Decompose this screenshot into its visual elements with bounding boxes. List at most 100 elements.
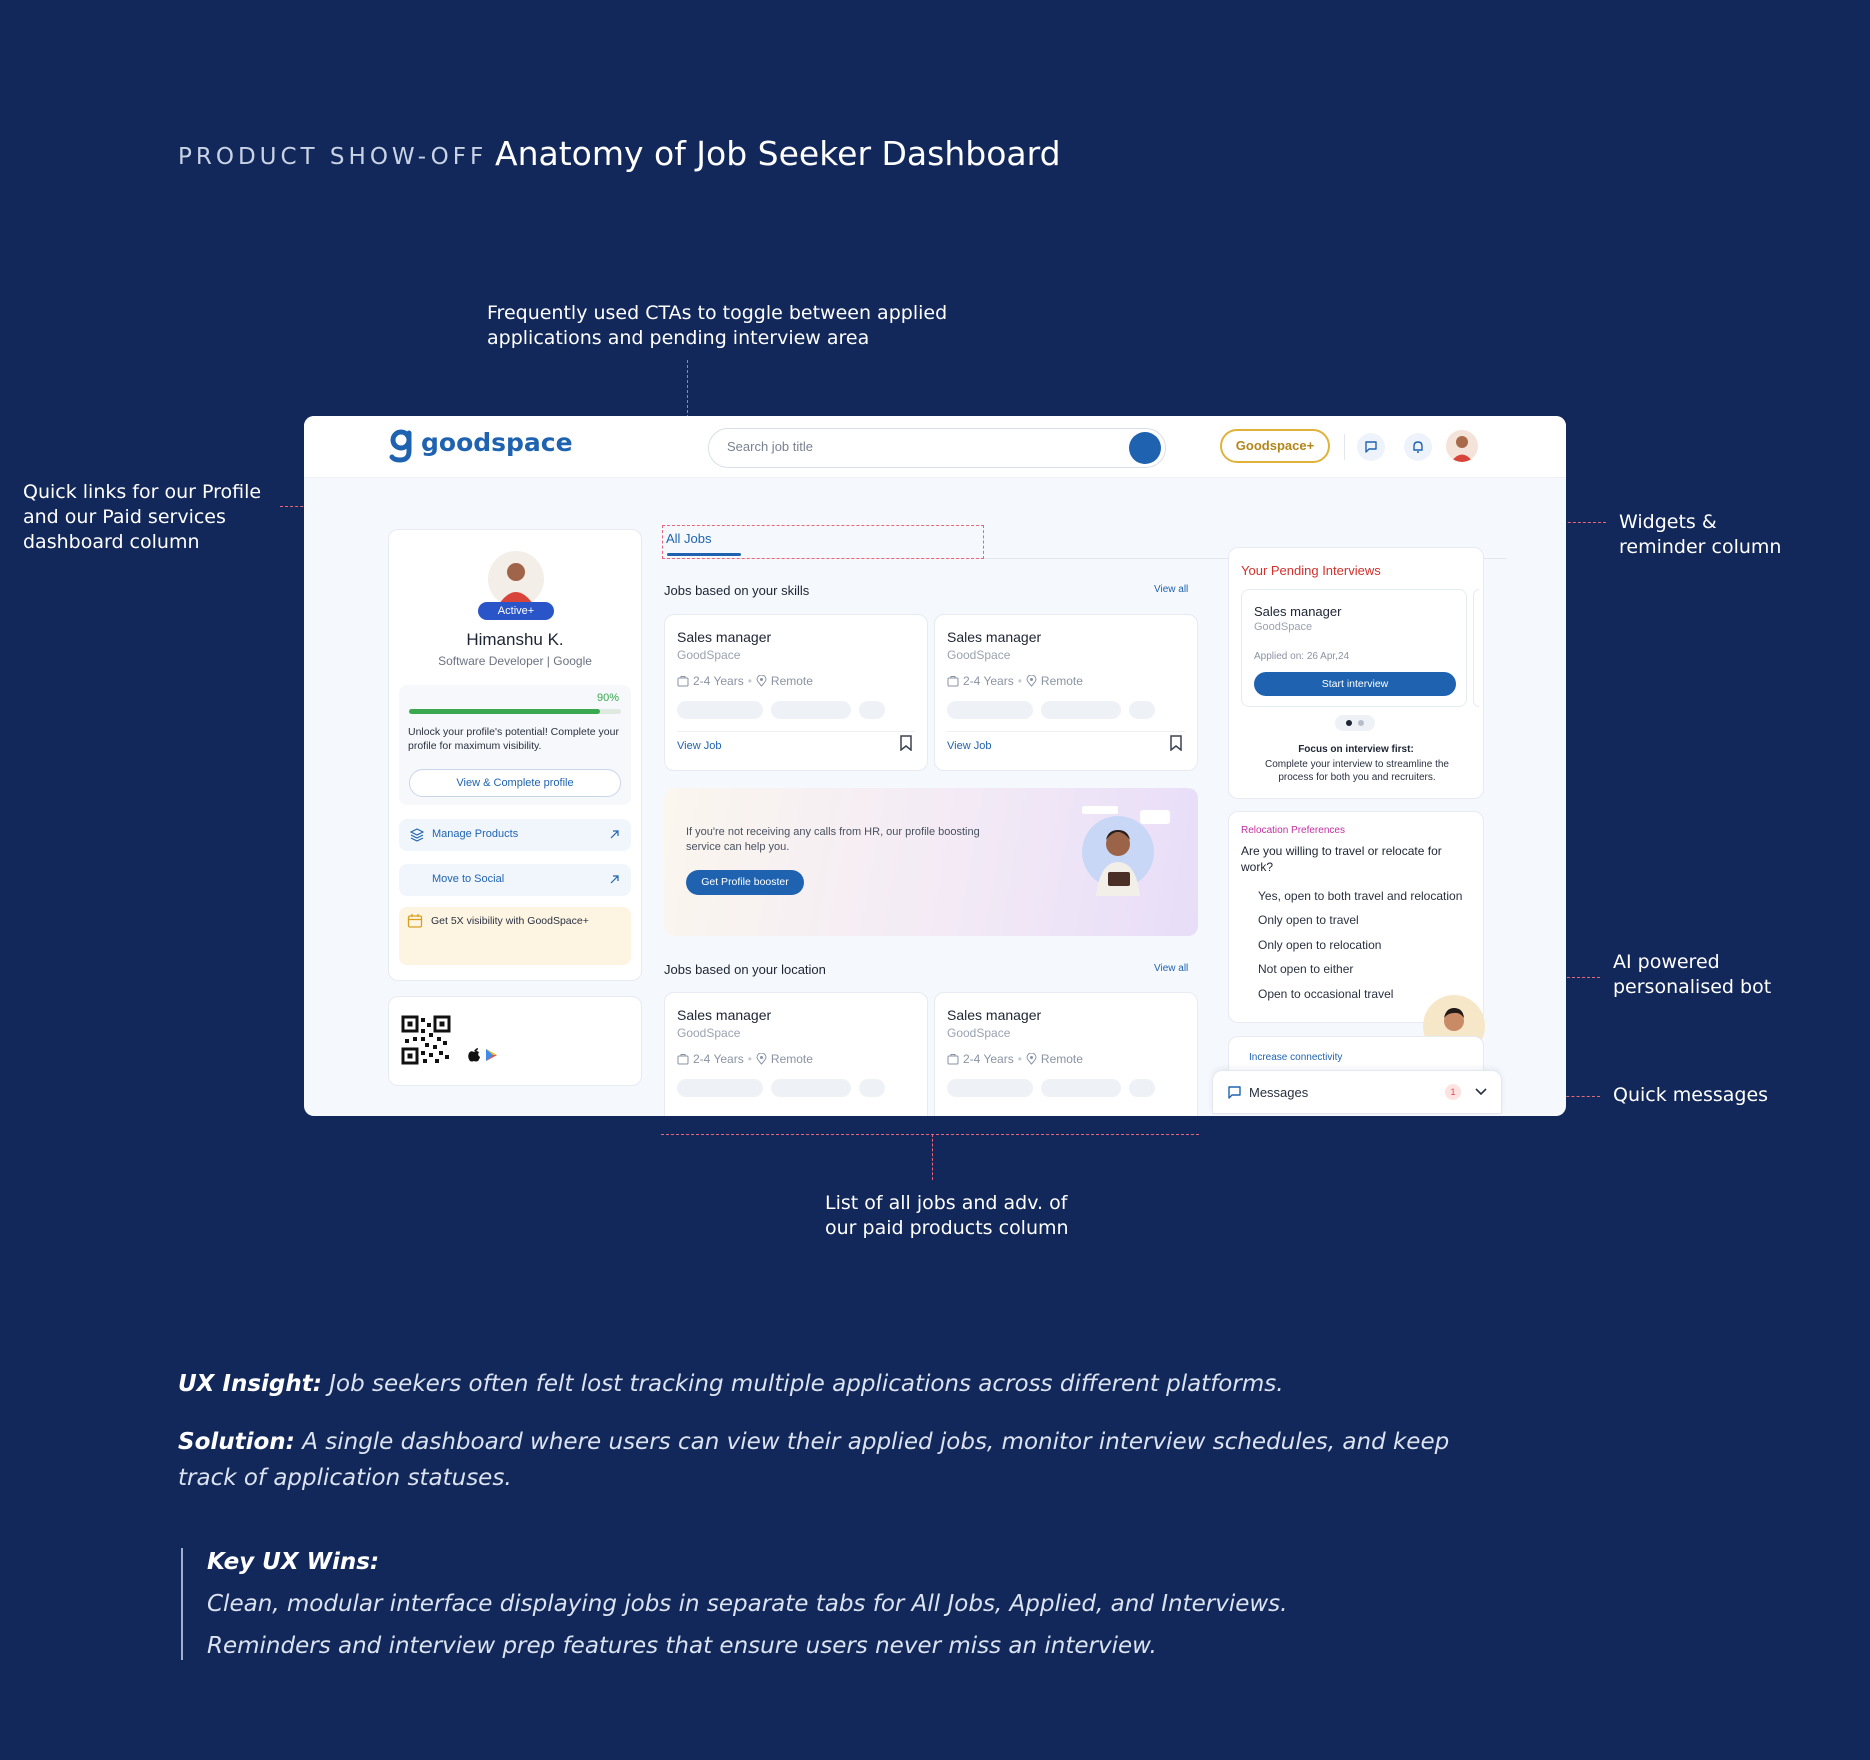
- relocation-option[interactable]: Yes, open to both travel and relocation: [1258, 889, 1462, 903]
- job-card[interactable]: Sales manager GoodSpace 2-4 Years • Remo…: [934, 614, 1198, 771]
- profile-card: Active+ Himanshu K. Software Developer |…: [388, 529, 642, 981]
- relocation-option[interactable]: Only open to travel: [1258, 913, 1359, 927]
- visibility-promo[interactable]: Get 5X visibility with GoodSpace+: [399, 907, 631, 965]
- relocation-question: Are you willing to travel or relocate fo…: [1241, 844, 1442, 874]
- manage-products-label: Manage Products: [432, 828, 519, 840]
- job-card[interactable]: Sales manager GoodSpace 2-4 Years • Remo…: [664, 614, 928, 771]
- bookmark-icon[interactable]: [1169, 735, 1183, 751]
- dashboard-screenshot: goodspace Goodspace+ Active+ Himanshu K.…: [304, 416, 1566, 1116]
- job-experience: 2-4 Years: [693, 1052, 744, 1066]
- view-job-link[interactable]: View Job: [947, 740, 991, 752]
- profile-booster-button[interactable]: Get Profile booster: [686, 870, 804, 895]
- view-job-link[interactable]: View Job: [677, 740, 721, 752]
- location-view-all-link[interactable]: View all: [1154, 963, 1188, 974]
- pending-interview-item: Sales manager GoodSpace Applied on: 26 A…: [1241, 589, 1467, 707]
- annotation-line: applications and pending interview area: [487, 327, 870, 349]
- manage-products-link[interactable]: Manage Products: [399, 819, 631, 851]
- search-input[interactable]: [727, 439, 1087, 454]
- annotation-line: List of all jobs and adv. of: [825, 1192, 1068, 1214]
- annotation-line: personalised bot: [1613, 976, 1772, 998]
- user-avatar[interactable]: [1446, 430, 1478, 462]
- qr-code-icon: [401, 1015, 451, 1065]
- skeleton-tag: [1129, 1079, 1155, 1097]
- goodspace-plus-button[interactable]: Goodspace+: [1220, 429, 1330, 463]
- increase-connectivity-link[interactable]: Increase connectivity: [1249, 1052, 1342, 1063]
- carousel-dot-active[interactable]: [1346, 720, 1352, 726]
- booster-illustration: [1082, 806, 1170, 896]
- job-title: Sales manager: [947, 1007, 1042, 1023]
- skills-view-all-link[interactable]: View all: [1154, 584, 1188, 595]
- key-win-item: Clean, modular interface displaying jobs…: [207, 1591, 1288, 1617]
- meta-dot: •: [1017, 674, 1022, 688]
- briefcase-icon: [677, 1054, 689, 1065]
- solution-label: Solution:: [178, 1429, 295, 1455]
- bookmark-icon[interactable]: [899, 735, 913, 751]
- job-location: Remote: [770, 674, 813, 688]
- job-title: Sales manager: [677, 1007, 772, 1023]
- app-download-card: [388, 996, 642, 1086]
- pending-interviews-card: Your Pending Interviews Sales manager Go…: [1228, 547, 1484, 799]
- connector-line: [661, 1134, 1199, 1135]
- messages-bar[interactable]: Messages 1: [1212, 1070, 1502, 1114]
- relocation-option[interactable]: Open to occasional travel: [1258, 987, 1393, 1001]
- connector-line: [932, 1134, 933, 1180]
- move-to-social-link[interactable]: Move to Social: [399, 864, 631, 896]
- annotation-line: dashboard column: [23, 531, 200, 553]
- job-experience: 2-4 Years: [693, 674, 744, 688]
- carousel-dot[interactable]: [1358, 720, 1364, 726]
- job-meta: 2-4 Years • Remote: [677, 1052, 813, 1066]
- location-pin-icon: [1026, 675, 1037, 687]
- solution: Solution: A single dashboard where users…: [178, 1424, 1478, 1496]
- visibility-promo-text: Get 5X visibility with GoodSpace+: [431, 915, 589, 927]
- relocation-option[interactable]: Not open to either: [1258, 962, 1353, 976]
- complete-profile-button[interactable]: View & Complete profile: [409, 769, 621, 797]
- annotation-quick-messages: Quick messages: [1613, 1084, 1769, 1106]
- goodspace-logo-icon: [389, 429, 412, 463]
- briefcase-icon: [947, 676, 959, 687]
- calendar-icon: [407, 914, 423, 928]
- tabs-highlight-box: [662, 525, 984, 559]
- top-navbar: goodspace Goodspace+: [304, 416, 1566, 478]
- job-company: GoodSpace: [947, 1026, 1011, 1040]
- relocation-option[interactable]: Only open to relocation: [1258, 938, 1381, 952]
- location-pin-icon: [756, 1053, 767, 1065]
- location-pin-icon: [1026, 1053, 1037, 1065]
- google-play-icon[interactable]: [485, 1048, 498, 1062]
- chat-icon[interactable]: [1357, 433, 1385, 461]
- progress-label: 90%: [596, 692, 619, 704]
- job-experience: 2-4 Years: [963, 1052, 1014, 1066]
- start-interview-button[interactable]: Start interview: [1254, 672, 1456, 696]
- chevron-down-icon[interactable]: [1475, 1087, 1487, 1097]
- job-card[interactable]: Sales manager GoodSpace 2-4 Years • Remo…: [934, 992, 1198, 1116]
- skills-section-title: Jobs based on your skills: [664, 583, 810, 598]
- job-card[interactable]: Sales manager GoodSpace 2-4 Years • Remo…: [664, 992, 928, 1116]
- external-link-icon: [610, 875, 619, 884]
- annotation-line: Quick links for our Profile: [23, 481, 262, 503]
- job-location: Remote: [1040, 1052, 1083, 1066]
- job-company: GoodSpace: [677, 1026, 741, 1040]
- focus-title: Focus on interview first:: [1298, 744, 1414, 755]
- annotation-line: Widgets &: [1619, 511, 1717, 533]
- pending-company: GoodSpace: [1254, 621, 1313, 633]
- card-divider: [677, 731, 915, 732]
- booster-text: If you're not receiving any calls from H…: [686, 826, 980, 853]
- bell-icon[interactable]: [1404, 433, 1432, 461]
- ux-insight-label: UX Insight:: [178, 1371, 322, 1397]
- skeleton-tag: [1129, 701, 1155, 719]
- skeleton-tag: [677, 701, 763, 719]
- search-bar: [708, 428, 1166, 468]
- ux-insight-text: Job seekers often felt lost tracking mul…: [321, 1371, 1284, 1397]
- card-divider: [947, 731, 1185, 732]
- carousel-dots[interactable]: [1335, 715, 1375, 731]
- unlock-text: Unlock your profile's potential! Complet…: [408, 726, 619, 752]
- apple-icon[interactable]: [467, 1047, 481, 1062]
- annotation-line: Frequently used CTAs to toggle between a…: [487, 302, 948, 324]
- logo-text[interactable]: goodspace: [421, 428, 573, 457]
- search-button[interactable]: [1129, 432, 1161, 464]
- focus-text: Complete your interview to streamline th…: [1265, 759, 1449, 783]
- skeleton-tag: [1041, 1079, 1121, 1097]
- messages-label: Messages: [1249, 1085, 1309, 1100]
- location-section-title: Jobs based on your location: [664, 962, 826, 977]
- wins-quote-bar: [181, 1548, 183, 1660]
- annotation-ctas: Frequently used CTAs to toggle between a…: [487, 301, 947, 351]
